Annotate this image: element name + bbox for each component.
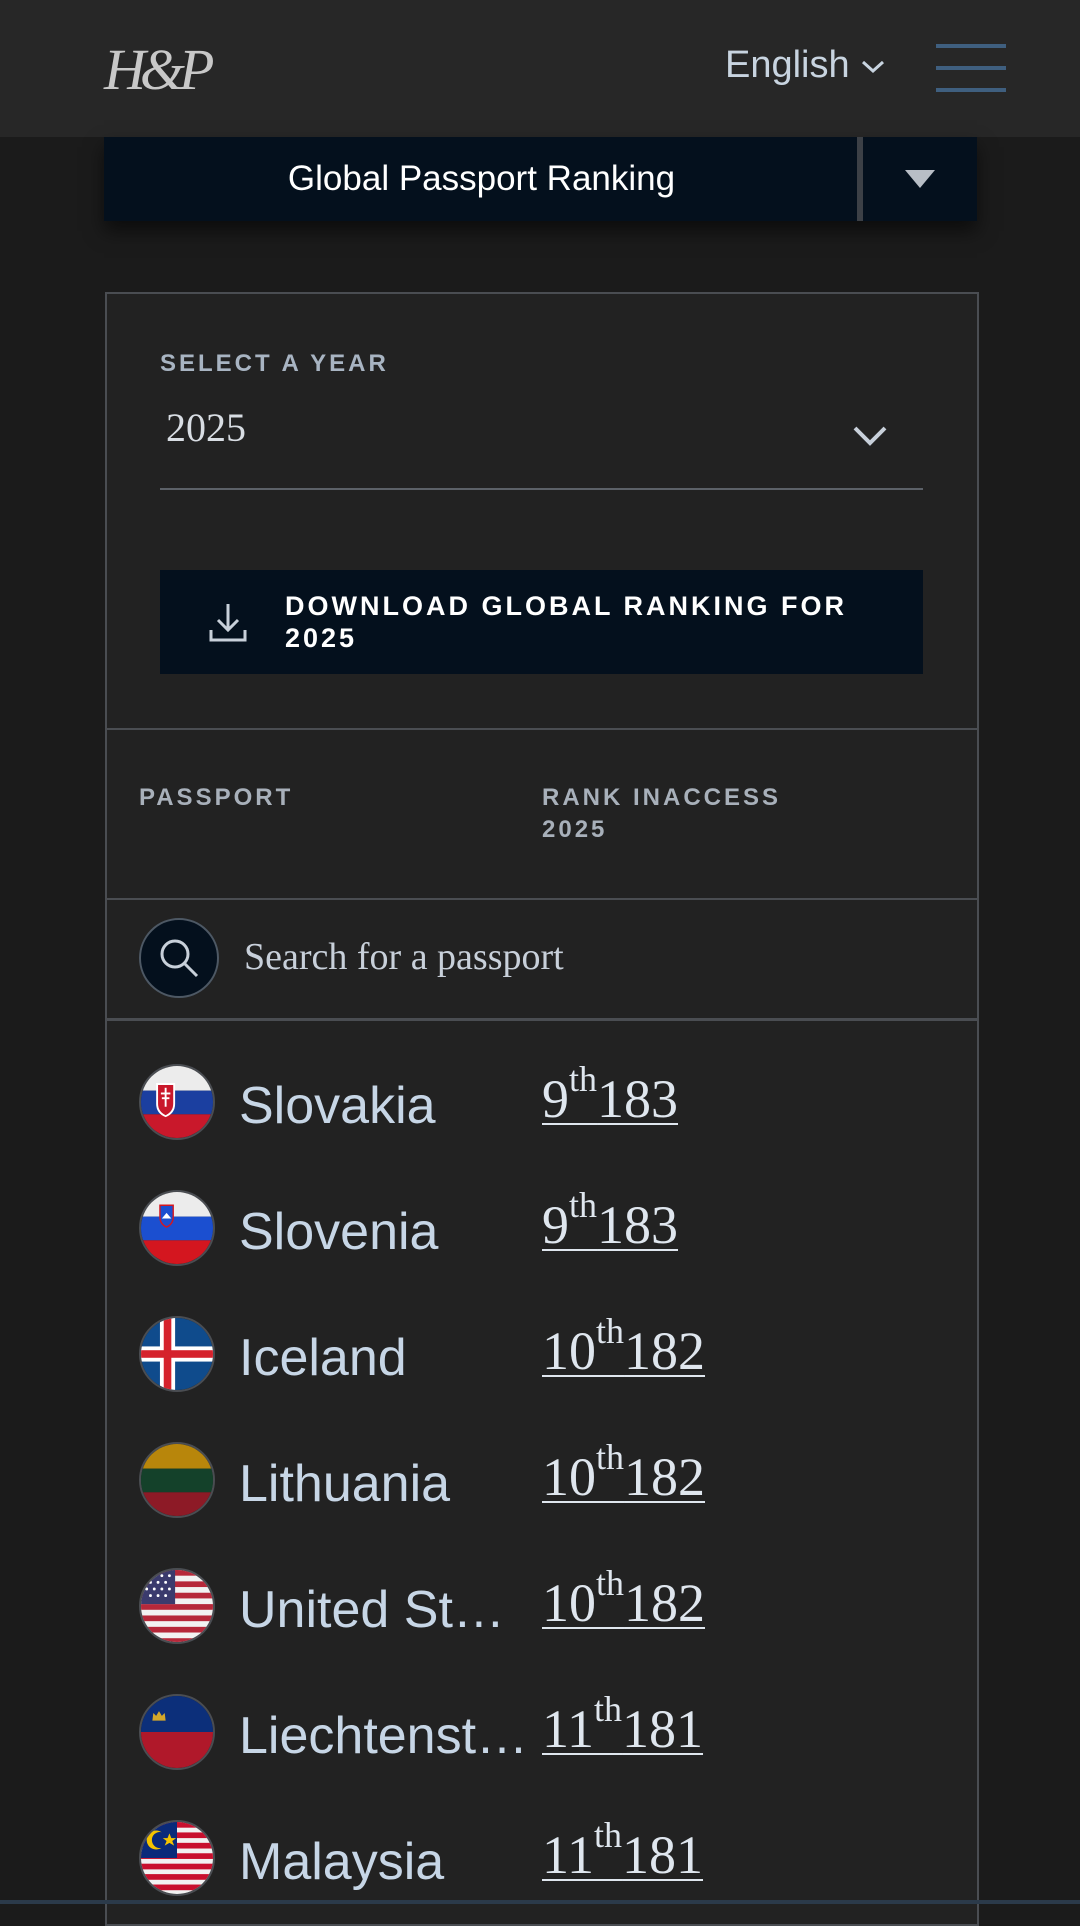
year-label: SELECT A YEAR	[160, 350, 389, 377]
rank-number: 10	[542, 1447, 596, 1507]
column-header-year: 2025	[542, 816, 608, 843]
rank-suffix: th	[569, 1059, 598, 1099]
passport-country: Liechtenst…	[239, 1707, 529, 1765]
malaysia-flag-icon	[139, 1820, 215, 1896]
rank-suffix: th	[569, 1185, 598, 1225]
rank-number: 11	[542, 1699, 594, 1759]
year-value: 2025	[166, 405, 246, 450]
passport-rank-link[interactable]: 9th183	[542, 1061, 679, 1130]
ranking-dropdown-title: Global Passport Ranking	[287, 159, 676, 198]
access-count: 182	[624, 1573, 706, 1633]
chevron-down-icon	[853, 426, 887, 446]
rank-number: 9	[542, 1069, 569, 1129]
passport-row[interactable]: Lithuania 10th182	[107, 1418, 977, 1544]
ranking-dropdown[interactable]: Global Passport Ranking	[104, 137, 977, 221]
access-count: 182	[624, 1447, 706, 1507]
rank-number: 9	[542, 1195, 569, 1255]
passport-row[interactable]: Liechtenst… 11th181	[107, 1670, 977, 1796]
language-selector[interactable]: English	[725, 44, 886, 87]
passport-country: Iceland	[239, 1329, 407, 1387]
search-icon[interactable]	[139, 918, 219, 998]
access-count: 183	[597, 1069, 679, 1129]
passport-rank-link[interactable]: 11th181	[542, 1691, 704, 1760]
rank-number: 10	[542, 1573, 596, 1633]
access-count: 182	[624, 1321, 706, 1381]
access-count: 183	[597, 1195, 679, 1255]
passport-search	[107, 900, 977, 1018]
passport-country: Malaysia	[239, 1833, 445, 1891]
chevron-down-icon	[861, 60, 884, 73]
passport-rank-link[interactable]: 11th181	[542, 1817, 704, 1886]
liechtenstein-flag-icon	[139, 1694, 215, 1770]
passport-row[interactable]: Iceland 10th182	[107, 1292, 977, 1418]
magnifier-icon	[160, 939, 199, 978]
rank-suffix: th	[596, 1311, 625, 1351]
bottom-edge	[0, 1900, 1080, 1904]
access-count: 181	[622, 1825, 704, 1885]
column-header-rank-label: RANK	[542, 784, 624, 811]
access-count: 181	[622, 1699, 704, 1759]
passport-rank-link[interactable]: 10th182	[542, 1313, 706, 1382]
divider	[107, 1018, 977, 1021]
ranking-panel: SELECT A YEAR 2025 DOWNLOAD GLOBAL RANKI…	[105, 292, 979, 1926]
column-header-passport: PASSPORT	[139, 784, 294, 811]
passport-rank-link[interactable]: 10th182	[542, 1439, 706, 1508]
passport-row[interactable]: United Stat… 10th182	[107, 1544, 977, 1670]
download-ranking-button[interactable]: DOWNLOAD GLOBAL RANKING FOR 2025	[160, 570, 923, 674]
passport-rank-link[interactable]: 9th183	[542, 1187, 679, 1256]
language-label: English	[725, 44, 850, 86]
passport-country: Lithuania	[239, 1455, 451, 1513]
passport-row[interactable]: Slovakia 9th183	[107, 1040, 977, 1166]
passport-country: Slovakia	[239, 1077, 436, 1135]
dropdown-toggle[interactable]	[863, 137, 977, 221]
rank-suffix: th	[596, 1437, 625, 1477]
year-select[interactable]: 2025	[160, 404, 923, 490]
passport-rank-link[interactable]: 10th182	[542, 1565, 706, 1634]
rank-suffix: th	[594, 1689, 623, 1729]
slovakia-flag-icon	[139, 1064, 215, 1140]
rank-suffix: th	[596, 1563, 625, 1603]
passport-country: Slovenia	[239, 1203, 439, 1261]
menu-icon[interactable]	[936, 44, 1006, 92]
slovenia-flag-icon	[139, 1190, 215, 1266]
rank-number: 10	[542, 1321, 596, 1381]
brand-logo[interactable]: H&P	[104, 36, 214, 103]
rank-suffix: th	[594, 1815, 623, 1855]
column-header-access-label: INACCESS	[633, 784, 782, 811]
rank-number: 11	[542, 1825, 594, 1885]
download-button-label: DOWNLOAD GLOBAL RANKING FOR 2025	[285, 591, 847, 653]
top-header: H&P English	[0, 0, 1080, 137]
passport-country: United Stat…	[239, 1581, 529, 1639]
download-icon	[209, 604, 247, 642]
divider	[107, 728, 977, 730]
usa-flag-icon	[139, 1568, 215, 1644]
search-input[interactable]	[242, 926, 926, 988]
passport-row[interactable]: Slovenia 9th183	[107, 1166, 977, 1292]
caret-down-icon	[905, 170, 935, 188]
iceland-flag-icon	[139, 1316, 215, 1392]
column-header-rank: RANK INACCESS 2025	[542, 782, 781, 846]
lithuania-flag-icon	[139, 1442, 215, 1518]
